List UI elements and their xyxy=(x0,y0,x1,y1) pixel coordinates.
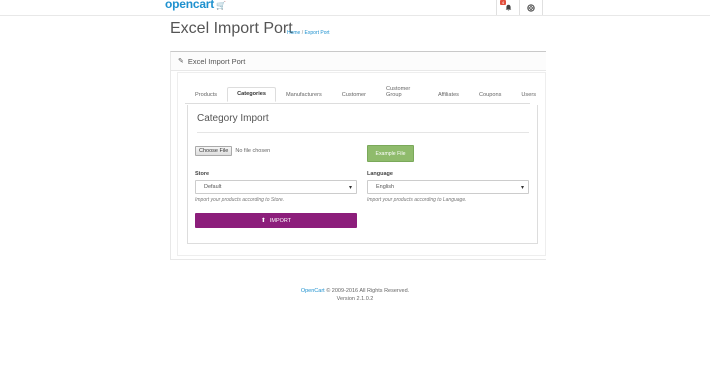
example-file-button[interactable]: Example File xyxy=(367,145,414,162)
language-help-text: Import your products according to Langua… xyxy=(367,197,467,203)
tab-categories[interactable]: Categories xyxy=(227,87,276,102)
upload-icon: ⬆ xyxy=(260,218,266,224)
footer-version: Version 2.1.0.2 xyxy=(336,296,374,302)
caret-down-icon: ▾ xyxy=(348,185,352,191)
import-button[interactable]: ⬆ IMPORT xyxy=(195,213,357,228)
tab-customer-group[interactable]: Customer Group xyxy=(376,82,428,102)
language-select-value: English xyxy=(376,184,395,190)
top-icons: 4 xyxy=(496,0,543,15)
breadcrumb-separator: / xyxy=(301,30,304,36)
tab-bar: Products Categories Manufacturers Custom… xyxy=(185,86,546,102)
language-label: Language xyxy=(367,171,393,177)
store-label: Store xyxy=(195,171,210,177)
breadcrumb: Home / Export Port xyxy=(287,30,330,36)
main-panel: ✎ Excel Import Port Products Categories … xyxy=(170,51,546,260)
section-title: Category Import xyxy=(197,113,269,124)
language-select[interactable]: English ▾ xyxy=(367,180,529,194)
tab-customer[interactable]: Customer xyxy=(332,88,376,102)
footer-brand-link[interactable]: OpenCart xyxy=(301,288,325,294)
tab-products[interactable]: Products xyxy=(185,88,227,102)
store-select-value: Default xyxy=(204,184,222,190)
top-bar: opencart 🛒 4 xyxy=(0,0,710,16)
notification-badge: 4 xyxy=(500,0,506,5)
panel-heading-text: Excel Import Port xyxy=(187,56,246,66)
breadcrumb-home[interactable]: Home xyxy=(287,30,300,36)
bell-icon xyxy=(505,4,511,11)
tab-affiliates[interactable]: Affiliates xyxy=(428,88,469,102)
logo-text: opencart xyxy=(165,0,215,11)
notifications-button[interactable]: 4 xyxy=(496,0,519,15)
panel-heading: ✎ Excel Import Port xyxy=(171,52,546,71)
file-input: Choose File No file chosen xyxy=(195,146,270,156)
tab-coupons[interactable]: Coupons xyxy=(469,88,511,102)
footer-copyright-text: © 2009-2016 All Rights Reserved. xyxy=(326,288,410,294)
caret-down-icon: ▾ xyxy=(520,185,524,191)
choose-file-button[interactable]: Choose File xyxy=(195,146,233,156)
section-divider xyxy=(197,132,529,133)
breadcrumb-export-port[interactable]: Export Port xyxy=(305,30,330,36)
cart-icon: 🛒 xyxy=(216,1,226,10)
page-title: Excel Import Port xyxy=(170,20,293,37)
footer-copyright: OpenCart © 2009-2016 All Rights Reserved… xyxy=(0,288,710,294)
life-ring-icon xyxy=(527,3,535,12)
opencart-logo[interactable]: opencart 🛒 xyxy=(165,0,226,11)
store-select[interactable]: Default ▾ xyxy=(195,180,357,194)
pencil-icon: ✎ xyxy=(178,58,184,65)
help-button[interactable] xyxy=(519,0,543,15)
store-help-text: Import your products according to Store. xyxy=(195,197,285,203)
import-button-label: IMPORT xyxy=(269,217,292,224)
tab-users[interactable]: Users xyxy=(511,88,546,102)
tab-divider xyxy=(185,103,530,104)
tab-manufacturers[interactable]: Manufacturers xyxy=(276,88,332,102)
no-file-text: No file chosen xyxy=(235,148,271,154)
